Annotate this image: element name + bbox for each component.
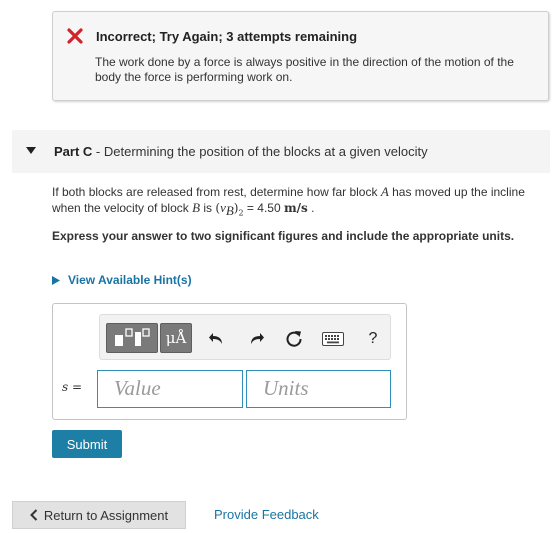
feedback-title: Incorrect; Try Again; 3 attempts remaini… xyxy=(96,29,358,44)
help-button[interactable]: ? xyxy=(363,329,383,349)
question-text-part: is xyxy=(200,201,216,215)
part-separator: - xyxy=(92,144,104,159)
equals-sign: = xyxy=(243,201,258,215)
provide-feedback-link[interactable]: Provide Feedback xyxy=(214,507,319,522)
view-hints-link[interactable]: View Available Hint(s) xyxy=(52,273,192,287)
velocity-symbol: (vB)2 xyxy=(215,200,244,219)
undo-icon[interactable] xyxy=(207,329,227,349)
velocity-units: m/s xyxy=(283,201,308,215)
question-end: . xyxy=(307,201,315,215)
answer-box: μÅ ? s = Value Units xyxy=(52,303,407,420)
part-label: Part C xyxy=(54,144,93,159)
caret-right-icon xyxy=(52,275,60,285)
feedback-box: Incorrect; Try Again; 3 attempts remaini… xyxy=(52,11,549,101)
help-label[interactable]: ? xyxy=(369,330,378,348)
templates-button[interactable] xyxy=(106,323,158,353)
block-b-symbol: B xyxy=(192,200,201,215)
redo-icon[interactable] xyxy=(246,329,266,349)
units-button-label[interactable]: μÅ xyxy=(166,329,187,347)
part-header[interactable]: Part C - Determining the position of the… xyxy=(12,130,550,173)
units-input[interactable]: Units xyxy=(246,370,391,408)
reset-icon[interactable] xyxy=(284,329,304,349)
return-label[interactable]: Return to Assignment xyxy=(44,508,168,523)
variable-label: s = xyxy=(62,380,83,394)
units-button[interactable]: μÅ xyxy=(160,323,192,353)
answer-instructions: Express your answer to two significant f… xyxy=(52,229,515,243)
chevron-left-icon xyxy=(29,509,38,521)
math-toolbar: μÅ ? xyxy=(99,314,391,360)
part-title: Part C - Determining the position of the… xyxy=(54,144,428,159)
submit-button[interactable]: Submit xyxy=(52,430,122,458)
keyboard-icon[interactable] xyxy=(321,329,345,349)
hint-label[interactable]: View Available Hint(s) xyxy=(68,273,192,287)
question-text: If both blocks are released from rest, d… xyxy=(52,184,532,221)
block-a-symbol: A xyxy=(380,184,389,199)
question-text-part: If both blocks are released from rest, d… xyxy=(52,185,381,199)
caret-down-icon[interactable] xyxy=(26,147,36,155)
part-title-text: Determining the position of the blocks a… xyxy=(103,144,428,159)
value-input[interactable]: Value xyxy=(97,370,243,408)
velocity-value: 4.50 xyxy=(257,201,281,215)
x-mark-icon xyxy=(67,28,83,44)
templates-icon xyxy=(115,328,150,346)
feedback-message: The work done by a force is always posit… xyxy=(95,55,514,84)
return-to-assignment-button[interactable]: Return to Assignment xyxy=(12,501,186,529)
